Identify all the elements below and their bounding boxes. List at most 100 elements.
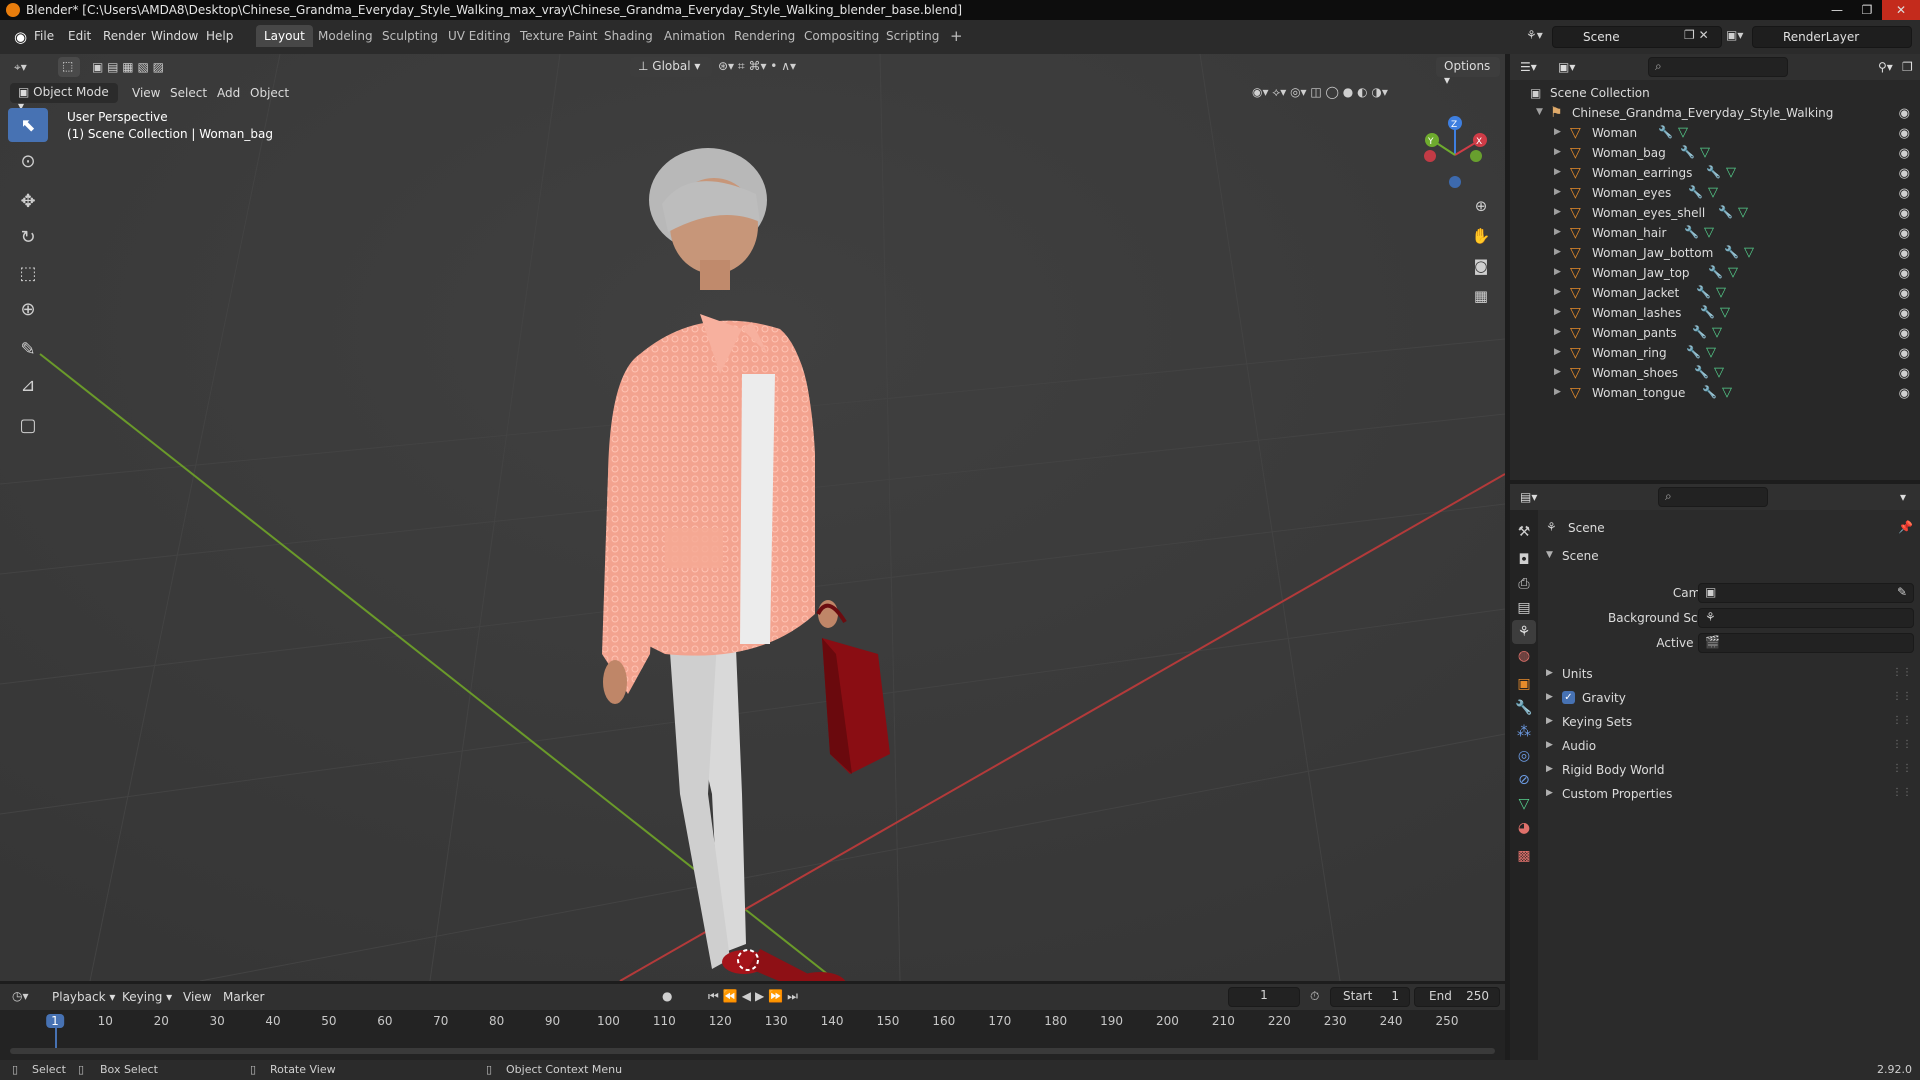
outliner-object-row[interactable]: ▶ ▽ Woman_tongue 🔧 ▽ ◉ xyxy=(1510,384,1920,404)
scene-tab-icon[interactable]: ⚘ xyxy=(1512,620,1536,644)
outliner-object-row[interactable]: ▶ ▽ Woman_earrings 🔧 ▽ ◉ xyxy=(1510,164,1920,184)
menu-window[interactable]: Window xyxy=(145,26,204,46)
outliner-object-row[interactable]: ▶ ▽ Woman_Jaw_bottom 🔧 ▽ ◉ xyxy=(1510,244,1920,264)
pan-hand-icon[interactable]: ✋ xyxy=(1466,222,1496,250)
panel-row[interactable]: ▶ Units ⋮⋮ xyxy=(1538,664,1920,686)
add-cube-tool-icon[interactable]: ▢ xyxy=(8,408,48,442)
mesh-data-icon[interactable]: ▽ xyxy=(1704,225,1714,240)
particles-tab-icon[interactable]: ⁂ xyxy=(1512,720,1536,744)
tab-animation[interactable]: Animation xyxy=(656,25,733,47)
current-frame-field[interactable]: 1 xyxy=(1228,987,1300,1007)
end-frame-field[interactable]: End 250 xyxy=(1414,987,1500,1007)
measure-tool-icon[interactable]: ⊿ xyxy=(8,368,48,402)
mesh-data-icon[interactable]: ▽ xyxy=(1708,185,1718,200)
outliner-object-row[interactable]: ▶ ▽ Woman_shoes 🔧 ▽ ◉ xyxy=(1510,364,1920,384)
timer-icon[interactable]: ⏱ xyxy=(1310,989,1319,1004)
output-tab-icon[interactable]: ⎙ xyxy=(1512,572,1536,596)
tool-tab-icon[interactable]: ⚒ xyxy=(1512,520,1536,544)
tab-uv-editing[interactable]: UV Editing xyxy=(440,25,519,47)
scale-tool-icon[interactable]: ⬚ xyxy=(8,256,48,290)
expand-triangle-icon[interactable]: ▶ xyxy=(1554,387,1561,397)
outliner-scene-collection[interactable]: ▣ Scene Collection xyxy=(1510,84,1920,104)
outliner-object-row[interactable]: ▶ ▽ Woman_hair 🔧 ▽ ◉ xyxy=(1510,224,1920,244)
expand-triangle-icon[interactable]: ▶ xyxy=(1554,207,1561,217)
visibility-eye-icon[interactable]: ◉ xyxy=(1899,246,1910,261)
add-workspace-button[interactable]: + xyxy=(942,23,971,45)
expand-triangle-icon[interactable]: ▼ xyxy=(1536,107,1543,117)
pivot-snap-icons[interactable]: ⊛▾ ⌗ ⌘▾ • ∧▾ xyxy=(718,59,796,74)
active-clip-field[interactable]: 🎬 xyxy=(1698,633,1914,653)
tab-modeling[interactable]: Modeling xyxy=(310,25,381,47)
modifier-wrench-icon[interactable]: 🔧 xyxy=(1684,225,1699,239)
visibility-eye-icon[interactable]: ◉ xyxy=(1899,146,1910,161)
menu-file[interactable]: File xyxy=(28,26,60,46)
drag-handle-icon[interactable]: ⋮⋮ xyxy=(1892,715,1912,726)
mode-dropdown[interactable]: ▣ Object Mode ▾ xyxy=(10,83,118,113)
tab-sculpting[interactable]: Sculpting xyxy=(374,25,446,47)
editor-type-icon[interactable]: ⌖▾ xyxy=(14,60,27,75)
outliner-object-row[interactable]: ▶ ▽ Woman 🔧 ▽ ◉ xyxy=(1510,124,1920,144)
filter-icon[interactable]: ⚲▾ xyxy=(1878,60,1893,74)
mesh-data-icon[interactable]: ▽ xyxy=(1706,345,1716,360)
mesh-data-icon[interactable]: ▽ xyxy=(1722,385,1732,400)
modifier-wrench-icon[interactable]: 🔧 xyxy=(1708,265,1723,279)
tab-shading[interactable]: Shading xyxy=(596,25,661,47)
background-scene-field[interactable]: ⚘ xyxy=(1698,608,1914,628)
modifier-wrench-icon[interactable]: 🔧 xyxy=(1688,185,1703,199)
data-tab-icon[interactable]: ▽ xyxy=(1512,792,1536,816)
modifier-wrench-icon[interactable]: 🔧 xyxy=(1658,125,1673,139)
viewport-canvas[interactable] xyxy=(0,54,1505,981)
panel-row[interactable]: ▶ Audio ⋮⋮ xyxy=(1538,736,1920,758)
menu-add[interactable]: Add xyxy=(217,86,240,100)
timeline-editor-icon[interactable]: ◷▾ xyxy=(12,989,29,1003)
object-tab-icon[interactable]: ▣ xyxy=(1512,672,1536,696)
modifier-wrench-icon[interactable]: 🔧 xyxy=(1724,245,1739,259)
expand-triangle-icon[interactable]: ▶ xyxy=(1554,367,1561,377)
display-mode-icon[interactable]: ▣▾ xyxy=(1558,60,1575,74)
menu-timeline-view[interactable]: View xyxy=(183,990,211,1004)
annotate-tool-icon[interactable]: ✎ xyxy=(8,332,48,366)
outliner-object-row[interactable]: ▶ ▽ Woman_Jacket 🔧 ▽ ◉ xyxy=(1510,284,1920,304)
new-collection-icon[interactable]: ❐ xyxy=(1902,60,1913,74)
visibility-eye-icon[interactable]: ◉ xyxy=(1899,126,1910,141)
visibility-eye-icon[interactable]: ◉ xyxy=(1899,346,1910,361)
texture-tab-icon[interactable]: ▩ xyxy=(1512,844,1536,868)
playback-controls-icons[interactable]: ⏮⏪◀▶⏩⏭ xyxy=(708,989,802,1004)
modifier-wrench-icon[interactable]: 🔧 xyxy=(1692,325,1707,339)
outliner-editor-icon[interactable]: ☰▾ xyxy=(1520,60,1537,74)
expand-triangle-icon[interactable]: ▶ xyxy=(1554,227,1561,237)
properties-editor-icon[interactable]: ▤▾ xyxy=(1520,490,1537,504)
outliner-object-row[interactable]: ▶ ▽ Woman_ring 🔧 ▽ ◉ xyxy=(1510,344,1920,364)
3d-viewport[interactable]: ⌖▾ ⬚ ▣ ▤ ▦ ▧ ▨ ⊥ Global ▾ ⊛▾ ⌗ ⌘▾ • ∧▾ O… xyxy=(0,54,1505,981)
menu-select[interactable]: Select xyxy=(170,86,207,100)
playhead[interactable]: 1 xyxy=(46,1014,64,1028)
visibility-eye-icon[interactable]: ◉ xyxy=(1899,186,1910,201)
menu-playback[interactable]: Playback ▾ xyxy=(52,990,115,1004)
minimize-button[interactable]: — xyxy=(1822,0,1852,20)
mesh-data-icon[interactable]: ▽ xyxy=(1714,365,1724,380)
modifier-wrench-icon[interactable]: 🔧 xyxy=(1706,165,1721,179)
visibility-eye-icon[interactable]: ◉ xyxy=(1899,106,1910,121)
physics-tab-icon[interactable]: ◎ xyxy=(1512,744,1536,768)
new-scene-icon[interactable]: ❐ ✕ xyxy=(1684,28,1709,42)
render-tab-icon[interactable]: ◘ xyxy=(1512,548,1536,572)
scene-selector-icon[interactable]: ⚘▾ xyxy=(1526,28,1543,42)
expand-triangle-icon[interactable]: ▶ xyxy=(1554,267,1561,277)
tab-rendering[interactable]: Rendering xyxy=(726,25,803,47)
panel-row[interactable]: ▶ ✓ Gravity ⋮⋮ xyxy=(1538,688,1920,710)
modifier-tab-icon[interactable]: 🔧 xyxy=(1512,696,1536,720)
panel-row[interactable]: ▶ Keying Sets ⋮⋮ xyxy=(1538,712,1920,734)
expand-triangle-icon[interactable]: ▶ xyxy=(1554,247,1561,257)
outliner-collection[interactable]: ▼ ⚑ Chinese_Grandma_Everyday_Style_Walki… xyxy=(1510,104,1920,124)
menu-keying[interactable]: Keying ▾ xyxy=(122,990,172,1004)
mesh-data-icon[interactable]: ▽ xyxy=(1712,325,1722,340)
expand-triangle-icon[interactable]: ▶ xyxy=(1554,347,1561,357)
expand-triangle-icon[interactable]: ▶ xyxy=(1554,167,1561,177)
expand-triangle-icon[interactable]: ▶ xyxy=(1554,127,1561,137)
drag-handle-icon[interactable]: ⋮⋮ xyxy=(1892,787,1912,798)
visibility-eye-icon[interactable]: ◉ xyxy=(1899,206,1910,221)
menu-view[interactable]: View xyxy=(132,86,160,100)
drag-handle-icon[interactable]: ⋮⋮ xyxy=(1892,763,1912,774)
mesh-data-icon[interactable]: ▽ xyxy=(1744,245,1754,260)
transform-tool-icon[interactable]: ⊕ xyxy=(8,292,48,326)
